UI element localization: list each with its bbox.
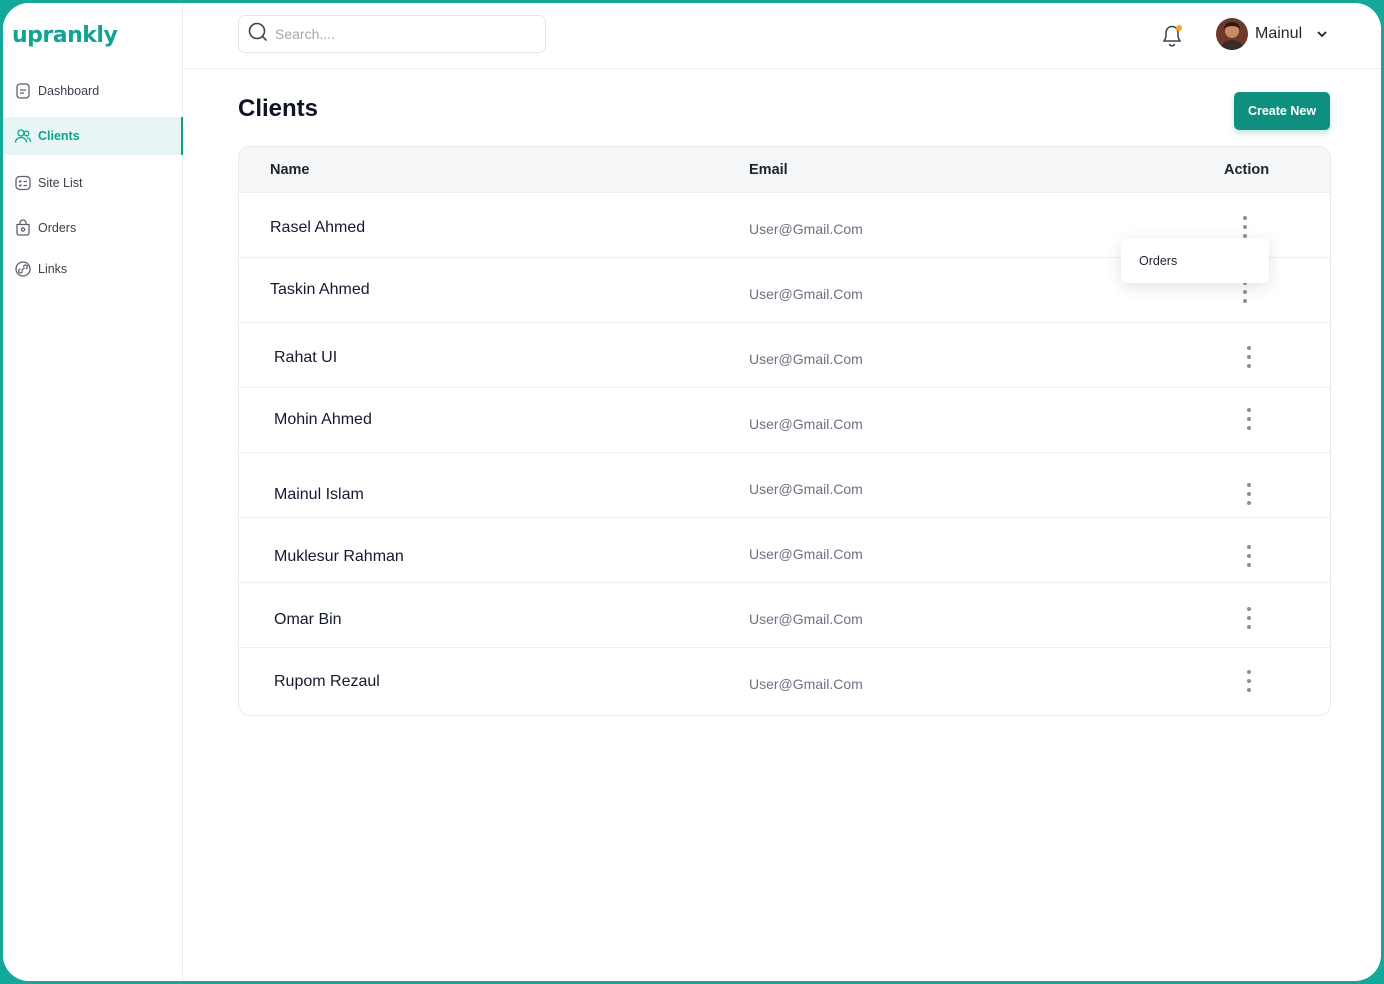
sidebar-item-label: Links <box>38 262 68 276</box>
table-row: Rupom Rezaul User@Gmail.Com <box>239 647 1330 712</box>
sidebar-item-label: Orders <box>38 221 77 235</box>
more-actions-icon[interactable] <box>1242 605 1256 631</box>
client-name: Muklesur Rahman <box>274 548 404 565</box>
users-icon <box>14 127 32 145</box>
sidebar-item-clients[interactable]: Clients <box>3 117 183 155</box>
bag-icon <box>14 219 32 237</box>
create-new-button[interactable]: Create New <box>1234 92 1330 130</box>
more-actions-icon[interactable] <box>1238 214 1252 240</box>
more-actions-icon[interactable] <box>1242 406 1256 432</box>
client-email: User@Gmail.Com <box>749 676 863 692</box>
column-header-email: Email <box>749 162 788 178</box>
notification-badge <box>1176 25 1182 31</box>
column-header-name: Name <box>270 162 310 178</box>
client-email: User@Gmail.Com <box>749 416 863 432</box>
client-name: Rasel Ahmed <box>270 219 366 236</box>
clients-table: Name Email Action Rasel Ahmed User@Gmail… <box>238 146 1331 716</box>
table-row: Omar Bin User@Gmail.Com <box>239 582 1330 647</box>
avatar[interactable] <box>1216 18 1248 50</box>
client-name: Mainul Islam <box>274 486 364 503</box>
table-row: Muklesur Rahman User@Gmail.Com <box>239 517 1330 582</box>
sidebar-item-label: Site List <box>38 176 83 190</box>
table-row: Mohin Ahmed User@Gmail.Com <box>239 387 1330 452</box>
sidebar-item-label: Clients <box>38 129 80 143</box>
link-icon <box>14 260 32 278</box>
sidebar-item-site-list[interactable]: Site List <box>3 164 183 202</box>
action-dropdown-menu: Orders <box>1121 238 1269 283</box>
more-actions-icon[interactable] <box>1242 543 1256 569</box>
search-box[interactable] <box>238 15 546 53</box>
table-header: Name Email Action <box>239 147 1330 192</box>
client-name: Rahat UI <box>274 349 338 366</box>
client-email: User@Gmail.Com <box>749 546 863 562</box>
more-actions-icon[interactable] <box>1242 481 1256 507</box>
client-name: Mohin Ahmed <box>274 411 372 428</box>
topbar: Mainul <box>183 3 1381 69</box>
brand-logo[interactable]: uprankly <box>12 23 118 48</box>
table-row: Rahat UI User@Gmail.Com <box>239 322 1330 387</box>
dropdown-item-orders[interactable]: Orders <box>1139 254 1177 268</box>
more-actions-icon[interactable] <box>1242 344 1256 370</box>
sidebar-item-orders[interactable]: Orders <box>3 209 183 247</box>
user-menu[interactable]: Mainul <box>1216 18 1328 50</box>
sidebar-item-dashboard[interactable]: Dashboard <box>3 72 183 110</box>
chevron-down-icon[interactable] <box>1316 28 1328 40</box>
sidebar-item-label: Dashboard <box>38 84 100 98</box>
column-header-action: Action <box>1224 162 1270 178</box>
client-email: User@Gmail.Com <box>749 351 863 367</box>
client-email: User@Gmail.Com <box>749 286 863 302</box>
more-actions-icon[interactable] <box>1242 668 1256 694</box>
search-input[interactable] <box>275 26 535 42</box>
sidebar-item-links[interactable]: Links <box>3 250 183 288</box>
app-window: uprankly Dashboard Clients Site List Ord… <box>3 3 1381 981</box>
notification-button[interactable] <box>1160 23 1184 49</box>
client-email: User@Gmail.Com <box>749 611 863 627</box>
list-icon <box>14 174 32 192</box>
client-name: Taskin Ahmed <box>270 281 370 298</box>
client-email: User@Gmail.Com <box>749 221 863 237</box>
user-name: Mainul <box>1255 25 1303 42</box>
bell-icon <box>1160 25 1184 53</box>
document-icon <box>14 82 32 100</box>
client-name: Rupom Rezaul <box>274 673 380 690</box>
search-icon <box>247 21 269 48</box>
client-name: Omar Bin <box>274 611 342 628</box>
sidebar: uprankly Dashboard Clients Site List Ord… <box>3 3 183 981</box>
client-email: User@Gmail.Com <box>749 481 863 497</box>
page-title: Clients <box>238 95 319 122</box>
table-row: Mainul Islam User@Gmail.Com <box>239 452 1330 517</box>
